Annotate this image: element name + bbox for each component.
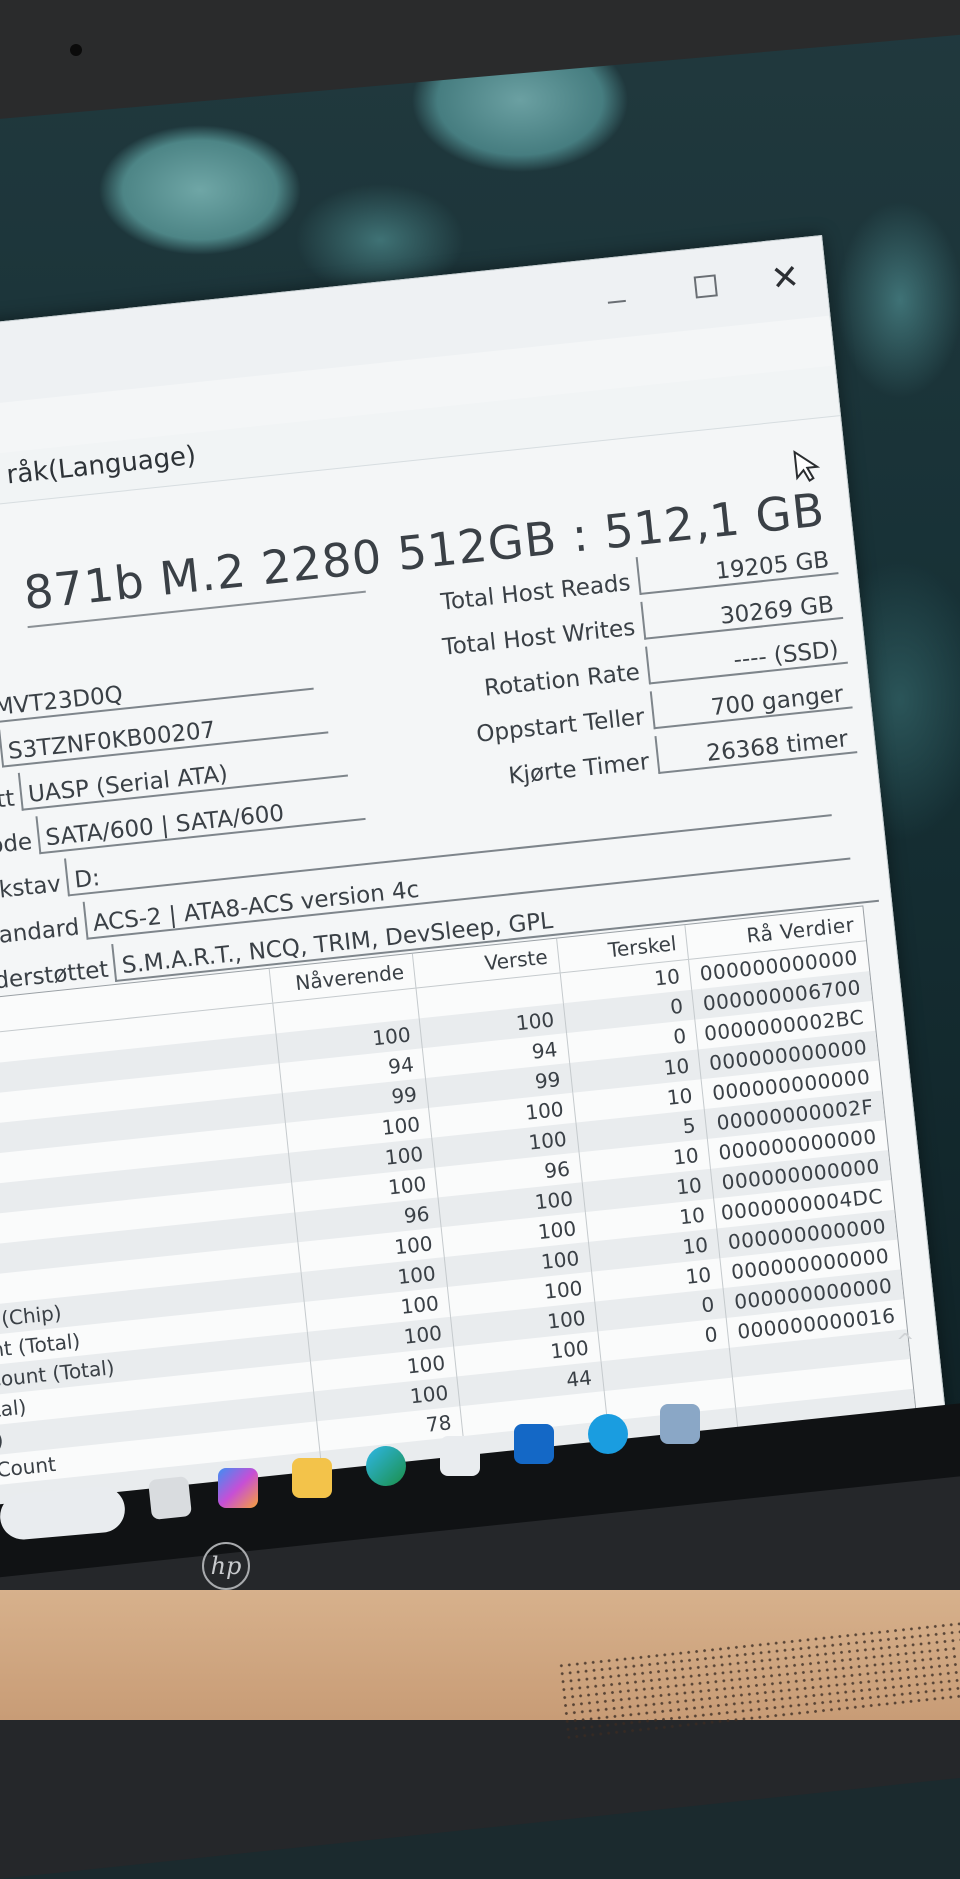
skype-icon[interactable] (588, 1414, 628, 1454)
field-label: tandard (0, 914, 81, 950)
maximize-button[interactable] (674, 263, 738, 309)
menu-language[interactable]: råk(Language) (5, 441, 197, 491)
minimize-icon (607, 299, 626, 304)
maximize-icon (693, 274, 718, 299)
task-view-icon[interactable] (148, 1476, 192, 1520)
field-label: Kjørte Timer (507, 749, 651, 790)
field-label: nitt (0, 785, 16, 816)
close-button[interactable]: ✕ (753, 255, 817, 301)
mouse-cursor-icon (793, 450, 821, 483)
hp-logo: hp (202, 1542, 250, 1590)
crystaldiskinfo-icon[interactable] (660, 1404, 700, 1444)
tray-chevron-icon[interactable]: ^ (896, 1330, 914, 1355)
file-explorer-icon[interactable] (292, 1458, 332, 1498)
outlook-icon[interactable] (514, 1424, 554, 1464)
field-label: okstav (0, 871, 63, 906)
minimize-button[interactable] (584, 273, 648, 319)
crystaldiskinfo-window: ✕ råk(Language) 871b M.2 2280 512GB : 51… (0, 235, 948, 1541)
webcam (70, 44, 82, 56)
close-icon: ✕ (769, 256, 802, 300)
edge-icon[interactable] (366, 1446, 406, 1486)
copilot-icon[interactable] (218, 1468, 258, 1508)
microsoft-store-icon[interactable] (440, 1436, 480, 1476)
field-label: tode (0, 828, 34, 861)
